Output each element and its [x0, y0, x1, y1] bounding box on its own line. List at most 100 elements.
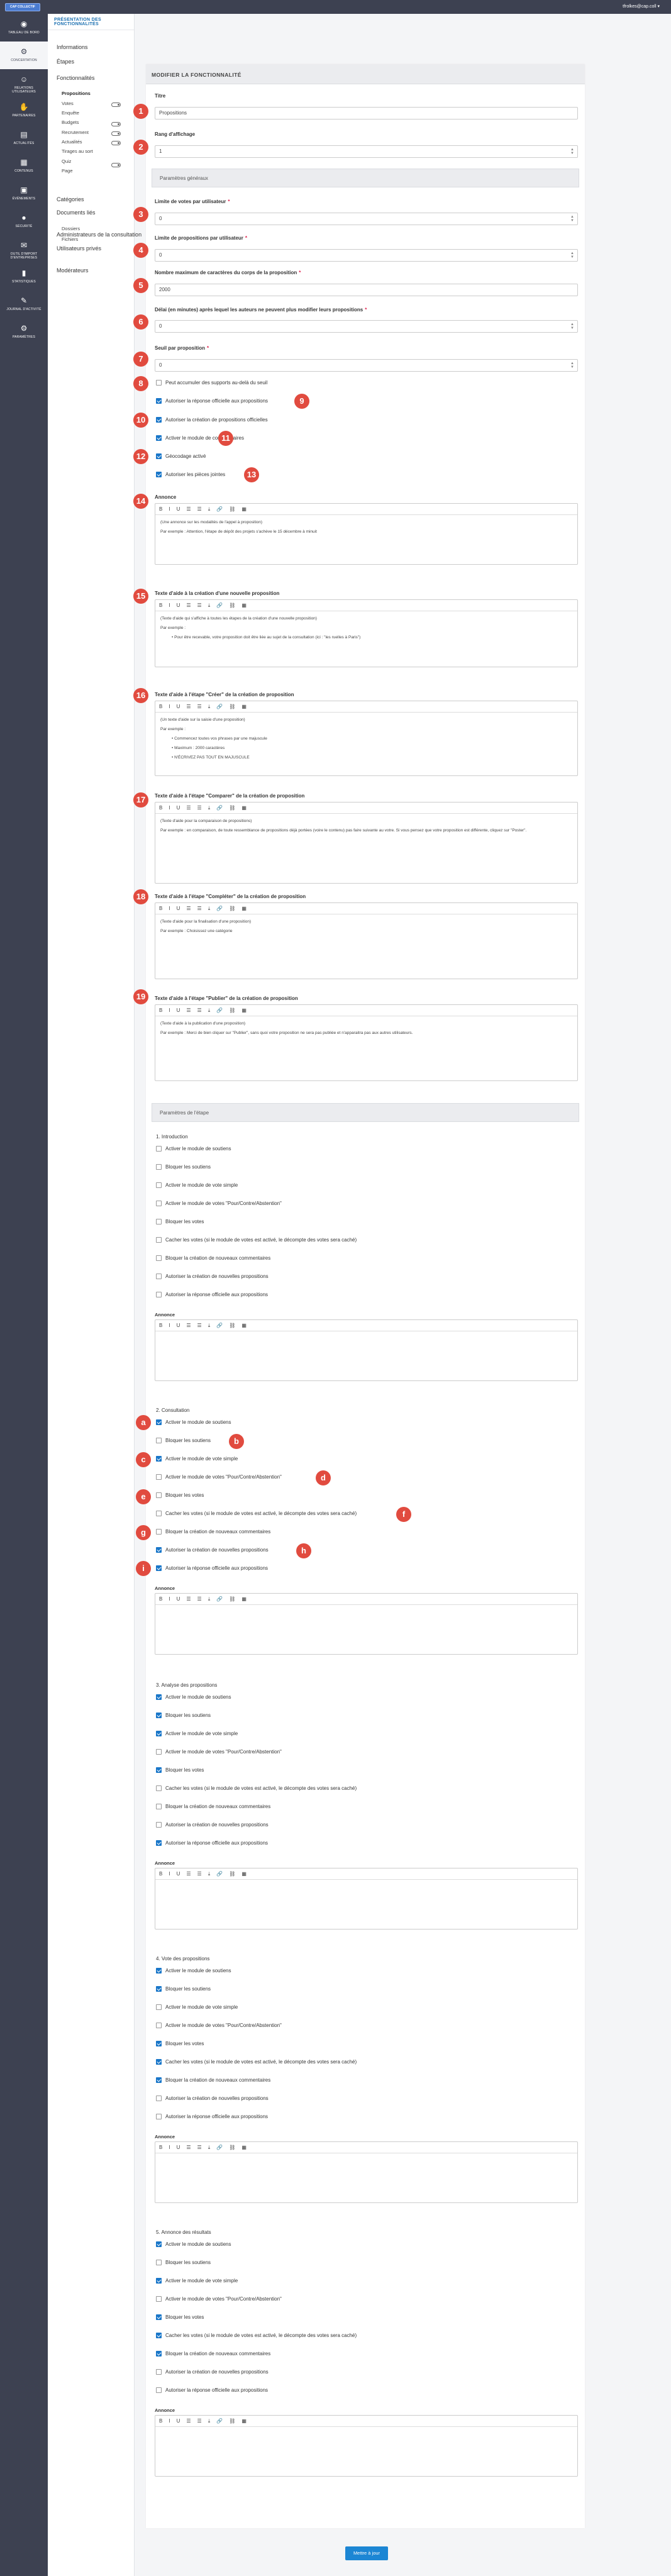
checkbox-icon[interactable]	[156, 2041, 162, 2046]
step-checkbox[interactable]: Bloquer les votes	[156, 1219, 204, 1224]
toolbar-button[interactable]: I	[169, 506, 170, 512]
subnav-child-2[interactable]: Enquête	[62, 110, 79, 116]
toolbar-button[interactable]: ☰	[197, 2145, 202, 2150]
toolbar-button[interactable]: ☰	[197, 704, 202, 709]
toolbar-button[interactable]: ⤓	[208, 906, 211, 912]
toolbar-button[interactable]: U	[177, 1323, 180, 1328]
app-logo[interactable]: CAP COLLECTIF	[5, 3, 40, 11]
checkbox-icon[interactable]	[156, 2314, 162, 2320]
toolbar-button[interactable]: I	[169, 1596, 170, 1602]
subnav-doc-0[interactable]: Dossiers	[62, 226, 80, 231]
rich-text-editor-2[interactable]: B I U ☰ ☰ ⤓ 🔗 ⛓ ▦ (Un texte d'aide sur la saisie …	[155, 701, 578, 776]
toolbar-button[interactable]: ▦	[241, 1871, 247, 1877]
checkbox-icon[interactable]	[156, 1182, 162, 1188]
toolbar-button[interactable]: ▦	[241, 1008, 247, 1013]
field-input-0[interactable]: Propositions	[155, 107, 578, 119]
step-annonce-editor[interactable]: B I U ☰ ☰ ⤓ 🔗 ⛓ ▦	[155, 1593, 578, 1655]
toolbar-button[interactable]: ☰	[186, 2418, 191, 2424]
step-checkbox[interactable]: Activer le module de vote simple	[156, 1731, 238, 1736]
toolbar-button[interactable]: 🔗	[216, 1871, 223, 1877]
toolbar-button[interactable]: U	[177, 602, 180, 608]
checkbox-icon[interactable]	[156, 1146, 162, 1152]
step-checkbox[interactable]: Bloquer les votes	[156, 2314, 204, 2320]
subnav-item-1[interactable]: Étapes	[57, 58, 74, 65]
toolbar-button[interactable]: B	[159, 1008, 162, 1013]
toolbar-button[interactable]: ⤓	[208, 506, 211, 513]
spinner-icon[interactable]: ▲ ▼	[570, 215, 574, 223]
toolbar-button[interactable]: 🔗	[216, 602, 223, 608]
checkbox-icon[interactable]	[156, 1456, 162, 1462]
checkbox-icon[interactable]	[156, 2260, 162, 2265]
checkbox-icon[interactable]	[156, 1840, 162, 1846]
toolbar-button[interactable]: ▦	[241, 2418, 247, 2424]
editor-content[interactable]: (Un texte d'aide sur la saisie d'une pro…	[155, 713, 577, 767]
sidebar-item-0[interactable]: ◉ Tableau de bord	[0, 14, 48, 42]
rich-text-editor-5[interactable]: B I U ☰ ☰ ⤓ 🔗 ⛓ ▦ (Texte d'aide à la publication …	[155, 1004, 578, 1081]
step-checkbox[interactable]: Cacher les votes (si le module de votes …	[156, 1237, 357, 1243]
toolbar-button[interactable]: 🔗	[216, 2418, 223, 2424]
toolbar-button[interactable]: ☰	[186, 2145, 191, 2150]
checkbox-icon[interactable]	[156, 453, 162, 459]
checkbox-icon[interactable]	[156, 2059, 162, 2065]
step-annonce-editor[interactable]: B I U ☰ ☰ ⤓ 🔗 ⛓ ▦	[155, 2415, 578, 2477]
toolbar-button[interactable]: ☰	[186, 1008, 191, 1013]
toolbar-button[interactable]: ⛓	[229, 1323, 235, 1328]
step-checkbox[interactable]: Autoriser la création de nouvelles propo…	[156, 2096, 269, 2101]
subnav-child-3[interactable]: Budgets	[62, 119, 79, 125]
toolbar-button[interactable]: ⛓	[229, 2418, 235, 2424]
toggle-icon[interactable]	[111, 163, 121, 167]
field-input-3[interactable]: 0 ▲ ▼	[155, 249, 578, 262]
checkbox-icon[interactable]	[156, 435, 162, 441]
sidebar-item-2[interactable]: ☺ Relations utilisateurs	[0, 69, 48, 97]
toolbar-button[interactable]: ▦	[241, 906, 247, 911]
checkbox-icon[interactable]	[156, 1804, 162, 1809]
step-checkbox[interactable]: Bloquer les soutiens	[156, 1164, 211, 1170]
toolbar-button[interactable]: ⤓	[208, 602, 211, 609]
toolbar-button[interactable]: B	[159, 1596, 162, 1602]
toolbar-button[interactable]: ☰	[186, 602, 191, 608]
toolbar-button[interactable]: ⛓	[229, 2145, 235, 2150]
step-checkbox[interactable]: Activer le module de votes "Pour/Contre/…	[156, 1201, 282, 1206]
editor-content[interactable]: (Texte d'aide qui s'affiche à toutes les…	[155, 611, 577, 647]
toolbar-button[interactable]: I	[169, 1008, 170, 1013]
step-checkbox[interactable]: Bloquer la création de nouveaux commenta…	[156, 1529, 270, 1535]
checkbox-icon[interactable]	[156, 2351, 162, 2357]
step-checkbox[interactable]: Activer le module de votes "Pour/Contre/…	[156, 1474, 282, 1480]
toolbar-button[interactable]: B	[159, 704, 162, 709]
toolbar-button[interactable]: ⤓	[208, 1323, 211, 1329]
general-checkbox-5[interactable]: Autoriser les pièces jointes	[156, 472, 225, 477]
checkbox-icon[interactable]	[156, 2096, 162, 2101]
checkbox-icon[interactable]	[156, 1164, 162, 1170]
checkbox-icon[interactable]	[156, 2004, 162, 2010]
step-checkbox[interactable]: Bloquer les soutiens	[156, 1713, 211, 1718]
rich-text-editor-1[interactable]: B I U ☰ ☰ ⤓ 🔗 ⛓ ▦ (Texte d'aide qui s'affiche à t…	[155, 599, 578, 667]
toolbar-button[interactable]: ☰	[197, 906, 202, 911]
toolbar-button[interactable]: B	[159, 506, 162, 512]
toolbar-button[interactable]: 🔗	[216, 704, 223, 709]
sidebar-item-11[interactable]: ⚙ Paramètres	[0, 318, 48, 346]
checkbox-icon[interactable]	[156, 417, 162, 423]
subnav-child-5[interactable]: Actualités	[62, 139, 82, 145]
step-checkbox[interactable]: Activer le module de soutiens	[156, 1968, 231, 1974]
toolbar-button[interactable]: I	[169, 906, 170, 911]
step-checkbox[interactable]: Bloquer les votes	[156, 1767, 204, 1773]
toolbar-button[interactable]: ⤓	[208, 1871, 211, 1877]
subnav-item-2[interactable]: Fonctionnalités	[57, 75, 95, 81]
checkbox-icon[interactable]	[156, 2241, 162, 2247]
toolbar-button[interactable]: 🔗	[216, 2145, 223, 2150]
general-checkbox-1[interactable]: Autoriser la réponse officielle aux prop…	[156, 398, 268, 404]
checkbox-icon[interactable]	[156, 1274, 162, 1279]
toggle-icon[interactable]	[111, 131, 121, 136]
toolbar-button[interactable]: ⤓	[208, 2418, 211, 2424]
checkbox-icon[interactable]	[156, 2114, 162, 2119]
toolbar-button[interactable]: ⛓	[229, 805, 235, 811]
toolbar-button[interactable]: ⛓	[229, 602, 235, 608]
checkbox-icon[interactable]	[156, 1767, 162, 1773]
step-checkbox[interactable]: Cacher les votes (si le module de votes …	[156, 1785, 357, 1791]
checkbox-icon[interactable]	[156, 1219, 162, 1224]
step-checkbox[interactable]: Bloquer la création de nouveaux commenta…	[156, 1255, 270, 1261]
step-checkbox[interactable]: Activer le module de soutiens	[156, 2241, 231, 2247]
user-menu[interactable]: tfrolkes@cap.coll ▾	[623, 4, 660, 9]
step-annonce-editor[interactable]: B I U ☰ ☰ ⤓ 🔗 ⛓ ▦	[155, 2141, 578, 2203]
toolbar-button[interactable]: ▦	[241, 506, 247, 512]
